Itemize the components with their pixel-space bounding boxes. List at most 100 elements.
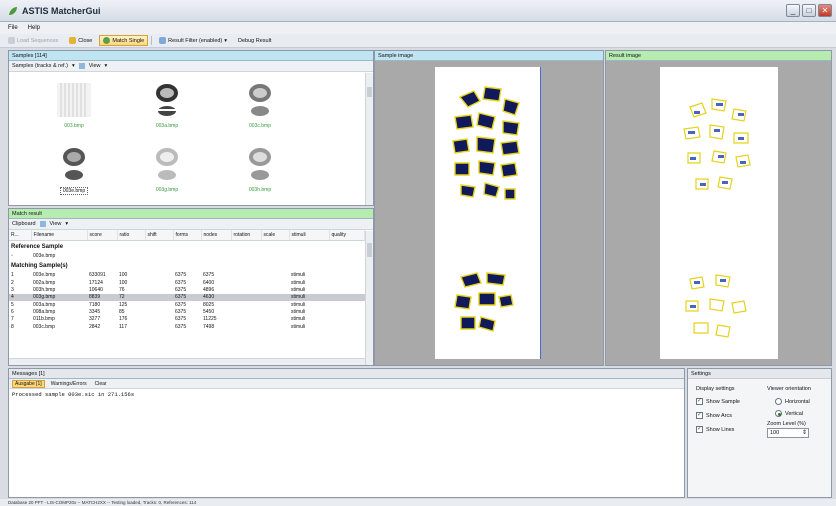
menu-bar: File Help — [0, 22, 836, 34]
column-header[interactable]: quality — [329, 230, 365, 241]
folder-icon — [8, 37, 15, 44]
thumbnail-image — [148, 145, 186, 183]
messages-panel: Messages [1] Ausgabe [1] Warnings/Errors… — [8, 368, 685, 498]
chevron-down-icon: ▾ — [65, 221, 69, 227]
column-header[interactable]: score — [87, 230, 118, 241]
match-horizontal-scrollbar[interactable] — [9, 358, 365, 365]
sample-image-canvas[interactable] — [435, 67, 541, 359]
view-icon — [78, 63, 85, 69]
samples-scrollbar[interactable] — [365, 73, 373, 205]
message-line: Processed sample 003e.sic in 271.156s — [12, 391, 135, 398]
match-result-header: Match result — [9, 209, 373, 219]
menu-file[interactable]: File — [8, 25, 18, 31]
column-header[interactable]: rotation — [231, 230, 262, 241]
table-row[interactable]: 7 011b.bmp 3277 176 6375 11225 stimuli — [9, 316, 365, 323]
close-button[interactable]: Close — [65, 35, 96, 46]
clear-button[interactable]: Clear — [93, 381, 109, 387]
file-icon: ▫ — [11, 253, 13, 260]
horizontal-radio[interactable]: Horizontal — [775, 398, 810, 405]
zoom-level-label: Zoom Level (%) — [767, 421, 806, 427]
column-header[interactable]: stimuli — [289, 230, 330, 241]
zoom-level-input[interactable]: 100 ⇕ — [767, 428, 809, 438]
match-subbar: Clipboard View ▾ — [9, 219, 373, 230]
thumbnail-item[interactable]: 003.bmp — [49, 81, 99, 129]
thumbnail-image — [241, 145, 279, 183]
table-row[interactable]: 3 003h.bmp 10640 76 6375 4896 stimuli — [9, 286, 365, 293]
table-row[interactable]: 5 003a.bmp 7180 125 6375 8025 stimuli — [9, 301, 365, 308]
match-single-button[interactable]: Match Single — [99, 35, 149, 46]
table-row-selected[interactable]: 4 003g.bmp 8839 72 6375 4630 stimuli — [9, 293, 365, 301]
radio-selected-icon — [775, 410, 782, 417]
table-header-row: R... Filename score ratio shift forms no… — [9, 230, 365, 241]
match-view-button[interactable]: View — [50, 221, 62, 227]
window-controls: _ □ ✕ — [786, 4, 832, 17]
settings-header: Settings — [688, 369, 831, 379]
view-icon — [39, 221, 46, 227]
table-row[interactable]: 6 008a.bmp 3345 85 6375 5450 stimuli — [9, 308, 365, 315]
samples-view-button[interactable]: View — [89, 63, 101, 69]
table-row[interactable]: 8 003c.bmp 2842 117 6375 7498 stimuli — [9, 323, 365, 330]
reference-row[interactable]: ▫ 003e.bmp — [9, 253, 365, 260]
viewer-orientation-label: Viewer orientation — [767, 386, 811, 392]
column-header[interactable]: ratio — [117, 230, 146, 241]
thumbnail-image — [55, 145, 93, 183]
show-lines-checkbox[interactable]: ✓ Show Lines — [696, 426, 734, 433]
toolbar: Load Sequences Close Match Single Result… — [0, 34, 836, 48]
messages-tabs: Ausgabe [1] Warnings/Errors Clear — [9, 379, 684, 389]
thumbnail-item[interactable]: 003c.bmp — [235, 81, 285, 129]
samples-header: Samples [114] — [9, 51, 373, 61]
column-header[interactable]: Filename — [31, 230, 88, 241]
thumbnail-image — [55, 81, 93, 119]
thumbnail-item[interactable]: 003a.bmp — [142, 81, 192, 129]
column-header[interactable]: nodes — [201, 230, 232, 241]
sample-image-panel: Sample image — [374, 50, 604, 366]
window-title: ASTIS MatcherGui — [22, 6, 101, 16]
show-arcs-checkbox[interactable]: ✓ Show Arcs — [696, 412, 732, 419]
reference-section-title: Reference Sample — [11, 243, 64, 250]
column-header[interactable]: forms — [173, 230, 202, 241]
scroll-thumb[interactable] — [367, 243, 372, 257]
thumbnail-item[interactable]: 003g.bmp — [142, 145, 192, 193]
scroll-thumb[interactable] — [367, 87, 372, 97]
column-header[interactable]: scale — [261, 230, 290, 241]
match-vertical-scrollbar[interactable] — [365, 231, 373, 365]
clipboard-button[interactable]: Clipboard — [12, 221, 36, 227]
result-image-panel: Result image — [605, 50, 832, 366]
menu-help[interactable]: Help — [28, 25, 40, 31]
matching-section-title: Matching Sample(s) — [11, 262, 68, 269]
table-row[interactable]: 2 002a.bmp 17124 100 6375 6400 stimuli — [9, 279, 365, 286]
chevron-down-icon: ▾ — [224, 37, 228, 44]
tab-warnings-errors[interactable]: Warnings/Errors — [49, 381, 89, 387]
thumbnail-item[interactable]: 003e.bmp — [49, 145, 99, 195]
load-sequences-button[interactable]: Load Sequences — [4, 35, 62, 46]
samples-dropdown[interactable]: Samples (tracks & ref.) — [12, 63, 68, 69]
column-header[interactable]: shift — [145, 230, 174, 241]
debug-result-button[interactable]: Debug Result — [234, 35, 275, 46]
thumbnail-item[interactable]: 003h.bmp — [235, 145, 285, 193]
column-header[interactable]: R... — [9, 230, 32, 241]
samples-panel: Samples [114] Samples (tracks & ref.) ▾ … — [8, 50, 374, 206]
close-window-button[interactable]: ✕ — [818, 4, 832, 17]
checkmark-icon: ✓ — [696, 412, 703, 419]
show-sample-checkbox[interactable]: ✓ Show Sample — [696, 398, 740, 405]
settings-panel: Settings Display settings Viewer orienta… — [687, 368, 832, 498]
filter-icon — [159, 37, 167, 44]
thumbnail-image — [148, 81, 186, 119]
result-filter-button[interactable]: Result Filter (enabled) ▾ — [155, 35, 231, 46]
vertical-radio[interactable]: Vertical — [775, 410, 803, 417]
shoeprint-sample-image — [452, 86, 520, 332]
checkmark-icon: ✓ — [696, 398, 703, 405]
chevron-down-icon: ▾ — [104, 63, 108, 69]
spinner-icon[interactable]: ⇕ — [802, 429, 807, 437]
checkmark-icon: ✓ — [696, 426, 703, 433]
maximize-button[interactable]: □ — [802, 4, 816, 17]
radio-icon — [775, 398, 782, 405]
table-row[interactable]: 1 003e.bmp 633091 100 6375 6375 stimuli — [9, 272, 365, 279]
result-image-canvas[interactable] — [660, 67, 778, 359]
thumbnail-grid: 003.bmp 003a.bmp 003c.bmp 003e.bmp 003g.… — [9, 73, 365, 205]
tab-output[interactable]: Ausgabe [1] — [12, 379, 45, 388]
shoeprint-result-image — [683, 98, 751, 338]
minimize-button[interactable]: _ — [786, 4, 800, 17]
toolbar-separator — [151, 36, 153, 45]
sample-image-header: Sample image — [375, 51, 603, 61]
